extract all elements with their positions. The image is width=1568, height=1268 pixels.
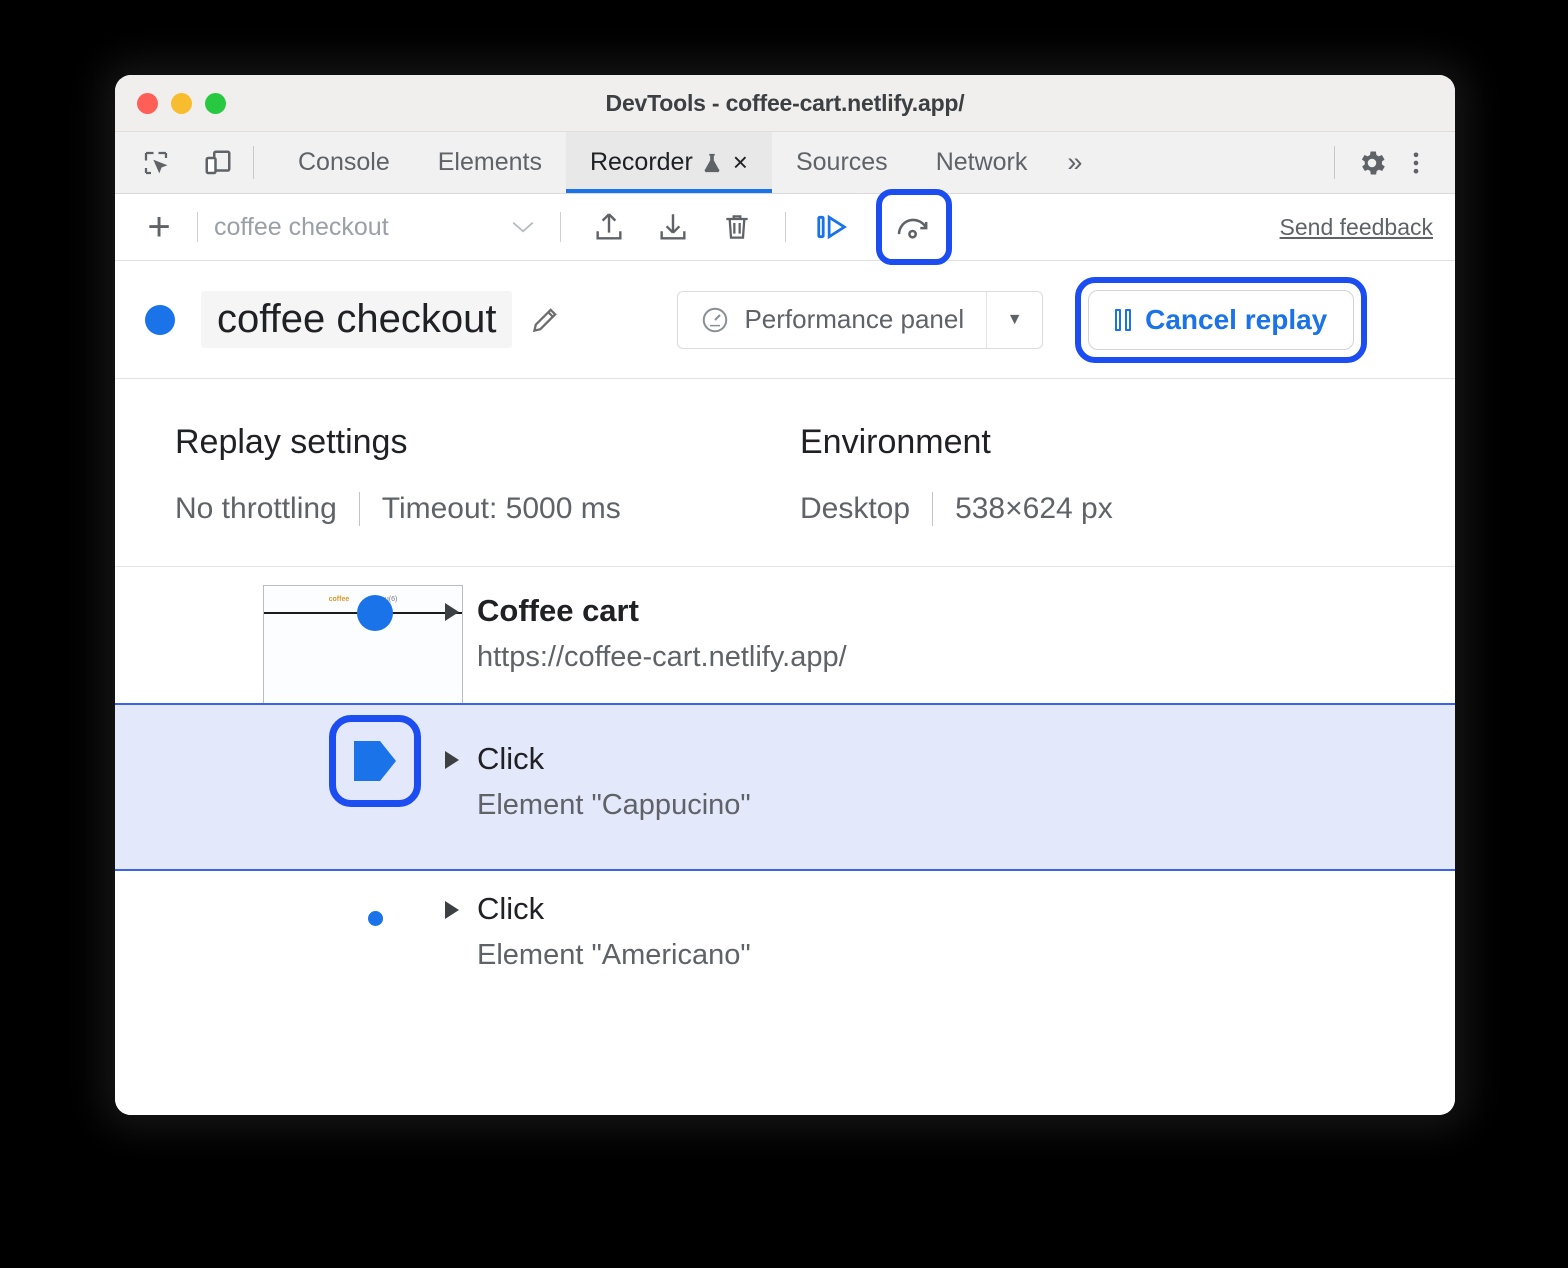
- tab-label: Network: [936, 148, 1028, 177]
- step-content: Coffee cart https://coffee-cart.netlify.…: [445, 567, 1455, 677]
- recording-select[interactable]: coffee checkout: [214, 213, 544, 242]
- tab-label: Recorder: [590, 148, 693, 177]
- recording-select-value: coffee checkout: [214, 213, 389, 242]
- toolbar-divider: [197, 212, 198, 242]
- more-options-icon[interactable]: [1397, 144, 1435, 182]
- toolbar-divider-2: [560, 212, 561, 242]
- tab-elements[interactable]: Elements: [414, 132, 566, 193]
- step-detail: https://coffee-cart.netlify.app/: [477, 639, 847, 677]
- step-content: Click Element "Cappucino": [445, 705, 1455, 825]
- cancel-replay-label: Cancel replay: [1145, 304, 1327, 336]
- replay-target-value-wrap: Performance panel: [678, 292, 986, 348]
- replay-settings-values: No throttling Timeout: 5000 ms: [175, 492, 800, 526]
- step-title: Coffee cart: [477, 591, 847, 631]
- tab-console[interactable]: Console: [274, 132, 414, 193]
- step-detail: Element "Cappucino": [477, 787, 751, 825]
- cancel-replay-button[interactable]: Cancel replay: [1088, 290, 1354, 350]
- step-text: Click Element "Americano": [477, 889, 751, 975]
- inspect-element-icon[interactable]: [137, 144, 175, 182]
- import-recording-icon[interactable]: [647, 204, 699, 250]
- expand-step-icon[interactable]: [445, 901, 459, 919]
- devtools-window: DevTools - coffee-cart.netlify.app/: [115, 75, 1455, 1115]
- step-row[interactable]: Click Element "Cappucino": [115, 703, 1455, 871]
- add-recording-button[interactable]: +: [137, 207, 181, 247]
- recorder-toolbar: + coffee checkout: [115, 194, 1455, 261]
- tab-label: Elements: [438, 148, 542, 177]
- step-row[interactable]: Click Element "Americano": [115, 871, 1455, 1031]
- current-step-marker-highlight: [329, 715, 421, 807]
- steps-list: coffee menu(6) Total: $0.00 Coffee cart: [115, 567, 1455, 1115]
- step-marker-arrow[interactable]: [354, 741, 396, 781]
- replay-target-label: Performance panel: [744, 304, 964, 335]
- toolbar-divider-3: [785, 212, 786, 242]
- step-marker-big-dot[interactable]: [357, 595, 393, 631]
- performance-gauge-icon: [700, 305, 730, 335]
- cancel-replay-highlight: Cancel replay: [1075, 277, 1367, 363]
- replay-target-select[interactable]: Performance panel ▼: [677, 291, 1043, 349]
- environment-heading: Environment: [800, 423, 1425, 462]
- tabstrip-right-controls: [1322, 132, 1455, 193]
- replay-settings-highlight: [876, 189, 952, 265]
- devtools-tabstrip: Console Elements Recorder × Sources: [115, 132, 1455, 194]
- replay-settings-heading: Replay settings: [175, 423, 800, 462]
- step-text: Coffee cart https://coffee-cart.netlify.…: [477, 591, 847, 677]
- device-toolbar-icon[interactable]: [199, 144, 237, 182]
- step-over-icon[interactable]: [808, 204, 860, 250]
- recording-header-row: coffee checkout Performanc: [115, 261, 1455, 379]
- tab-recorder[interactable]: Recorder ×: [566, 132, 772, 193]
- tabstrip-divider: [253, 146, 254, 179]
- device-value: Desktop: [800, 492, 910, 526]
- experiment-flask-icon: [701, 150, 723, 176]
- close-icon[interactable]: ×: [733, 147, 748, 178]
- panel-tabs: Console Elements Recorder × Sources: [274, 132, 1098, 193]
- step-detail: Element "Americano": [477, 937, 751, 975]
- screenshot-stage: DevTools - coffee-cart.netlify.app/: [0, 0, 1568, 1268]
- timeout-value[interactable]: Timeout: 5000 ms: [382, 492, 621, 526]
- value-divider: [932, 492, 933, 526]
- send-feedback-link[interactable]: Send feedback: [1280, 214, 1433, 241]
- settings-gear-icon[interactable]: [1353, 144, 1391, 182]
- chevron-down-icon: [510, 219, 536, 235]
- step-text: Click Element "Cappucino": [477, 739, 751, 825]
- export-recording-icon[interactable]: [583, 204, 635, 250]
- replay-settings-column: Replay settings No throttling Timeout: 5…: [175, 423, 800, 526]
- tab-label: Console: [298, 148, 390, 177]
- environment-values: Desktop 538×624 px: [800, 492, 1425, 526]
- step-row[interactable]: Coffee cart https://coffee-cart.netlify.…: [115, 567, 1455, 703]
- edit-title-icon[interactable]: [528, 303, 562, 337]
- environment-column: Environment Desktop 538×624 px: [800, 423, 1425, 526]
- tab-network[interactable]: Network: [912, 132, 1052, 193]
- replay-settings-section: Replay settings No throttling Timeout: 5…: [115, 379, 1455, 567]
- viewport-value: 538×624 px: [955, 492, 1113, 526]
- step-title: Click: [477, 889, 751, 929]
- more-tabs-icon[interactable]: »: [1051, 132, 1098, 193]
- delete-recording-icon[interactable]: [711, 204, 763, 250]
- step-content: Click Element "Americano": [445, 871, 1455, 975]
- step-marker-small-dot[interactable]: [360, 903, 390, 933]
- chevron-down-icon[interactable]: ▼: [986, 292, 1042, 348]
- replay-speed-icon[interactable]: [888, 204, 940, 250]
- expand-step-icon[interactable]: [445, 603, 459, 621]
- throttling-value[interactable]: No throttling: [175, 492, 337, 526]
- tab-label: Sources: [796, 148, 888, 177]
- step-title: Click: [477, 739, 751, 779]
- window-title: DevTools - coffee-cart.netlify.app/: [115, 90, 1455, 117]
- expand-step-icon[interactable]: [445, 751, 459, 769]
- recording-title[interactable]: coffee checkout: [201, 291, 512, 348]
- tabstrip-tool-icons: [115, 132, 237, 193]
- value-divider: [359, 492, 360, 526]
- pause-icon: [1115, 309, 1131, 331]
- window-titlebar: DevTools - coffee-cart.netlify.app/: [115, 75, 1455, 132]
- tab-sources[interactable]: Sources: [772, 132, 912, 193]
- recording-status-dot: [145, 305, 175, 335]
